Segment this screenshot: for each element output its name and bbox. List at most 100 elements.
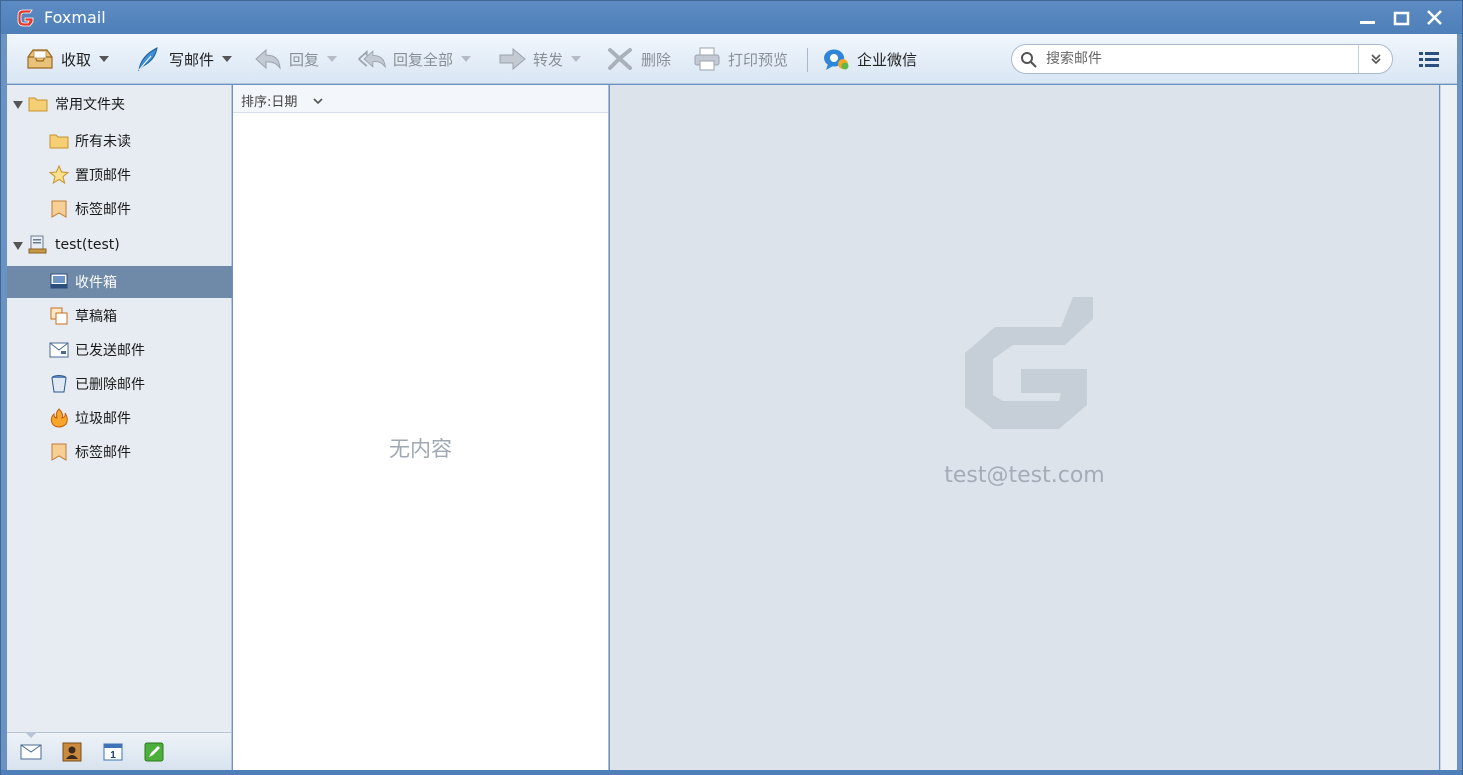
note-pencil-icon [144, 742, 164, 762]
account-label: test(test) [55, 237, 120, 253]
double-chevron-down-icon [1370, 54, 1381, 65]
wecom-chat-icon [821, 44, 851, 74]
wecom-label: 企业微信 [857, 50, 918, 69]
folder-inbox[interactable]: 收件箱 [7, 266, 232, 298]
delete-x-icon [605, 44, 635, 74]
folder-label: 标签邮件 [75, 445, 131, 461]
folder-label: 置顶邮件 [75, 168, 131, 184]
reply-all-dropdown-icon[interactable] [461, 56, 472, 62]
reply-label: 回复 [289, 50, 320, 69]
reply-dropdown-icon[interactable] [327, 56, 338, 62]
folder-label: 垃圾邮件 [75, 411, 131, 427]
forward-arrow-icon [497, 44, 527, 74]
delete-label: 删除 [641, 50, 672, 69]
reply-arrow-icon [253, 44, 283, 74]
expand-arrow-icon[interactable] [13, 242, 23, 250]
reply-all-button[interactable]: 回复全部 [357, 42, 472, 76]
folder-icon [49, 131, 69, 151]
bookmark-icon [49, 442, 69, 462]
title-bar[interactable]: Foxmail [1, 1, 1462, 34]
search-icon [1020, 51, 1038, 73]
sort-label: 排序:日期 [241, 95, 298, 110]
folder-label: 已发送邮件 [75, 343, 145, 359]
folder-pinned[interactable]: 置顶邮件 [7, 158, 232, 192]
receive-dropdown-icon[interactable] [99, 56, 110, 62]
empty-list-text: 无内容 [389, 437, 452, 461]
star-icon [48, 164, 70, 185]
main-menu-button[interactable] [1417, 49, 1441, 71]
foxmail-watermark-logo [965, 297, 1093, 433]
compose-label: 写邮件 [169, 50, 215, 69]
compose-dropdown-icon[interactable] [222, 56, 233, 62]
feather-pen-icon [133, 44, 163, 74]
search-options-button[interactable] [1358, 45, 1392, 73]
reading-pane: test@test.com [610, 85, 1439, 770]
account-server-icon [28, 235, 48, 255]
message-list[interactable]: 排序:日期 无内容 [233, 85, 609, 770]
folder-icon [28, 94, 48, 114]
printer-icon [692, 44, 722, 74]
receive-label: 收取 [61, 50, 92, 69]
folder-sent[interactable]: 已发送邮件 [7, 333, 232, 367]
forward-button[interactable]: 转发 [497, 42, 582, 76]
delete-button[interactable]: 删除 [605, 42, 671, 76]
folder-sidebar: 常用文件夹 所有未读 置顶邮件 标签邮件 test(test) 收件箱 草稿箱 … [7, 85, 232, 732]
list-menu-icon [1419, 52, 1439, 67]
print-preview-label: 打印预览 [728, 50, 789, 69]
toolbar-divider [807, 48, 808, 72]
compose-button[interactable]: 写邮件 [133, 42, 233, 76]
folder-tagged-common[interactable]: 标签邮件 [7, 192, 232, 226]
folder-all-unread[interactable]: 所有未读 [7, 124, 232, 158]
receive-button[interactable]: 收取 [25, 42, 110, 76]
sort-selector[interactable]: 排序:日期 [233, 85, 608, 113]
inbox-icon [49, 272, 69, 292]
sent-mail-icon [49, 340, 69, 360]
notes-module-button[interactable] [143, 742, 165, 762]
inbox-tray-icon [25, 44, 55, 74]
calendar-module-button[interactable]: 1 [102, 742, 124, 762]
folder-label: 草稿箱 [75, 309, 117, 325]
account-email: test@test.com [944, 463, 1105, 488]
folder-tagged[interactable]: 标签邮件 [7, 435, 232, 469]
common-folders-label: 常用文件夹 [55, 97, 125, 113]
search-input[interactable] [1046, 49, 1346, 69]
drafts-icon [49, 306, 69, 326]
chevron-down-icon [313, 94, 323, 110]
folder-label: 收件箱 [75, 275, 117, 291]
close-button[interactable] [1424, 8, 1446, 28]
maximize-button[interactable] [1391, 8, 1413, 28]
mail-module-button[interactable] [20, 742, 42, 762]
foxmail-logo-icon [15, 7, 37, 29]
folder-label: 已删除邮件 [75, 377, 145, 393]
active-module-indicator [25, 732, 37, 738]
wecom-button[interactable]: 企业微信 [821, 42, 917, 76]
forward-dropdown-icon[interactable] [571, 56, 582, 62]
window-bottom-border [1, 770, 1462, 775]
account-test[interactable]: test(test) [7, 228, 232, 262]
search-box[interactable] [1011, 44, 1393, 74]
reply-all-label: 回复全部 [393, 50, 454, 69]
common-folders-group[interactable]: 常用文件夹 [7, 87, 232, 121]
print-preview-button[interactable]: 打印预览 [692, 42, 788, 76]
mail-icon [20, 744, 42, 760]
folder-deleted[interactable]: 已删除邮件 [7, 367, 232, 401]
folder-junk[interactable]: 垃圾邮件 [7, 401, 232, 435]
reply-button[interactable]: 回复 [253, 42, 338, 76]
calendar-day-label: 1 [110, 750, 116, 761]
toolbar: 收取 写邮件 回复 回复全部 转发 删除 打印预览 企业微信 搜索邮件 [7, 34, 1457, 84]
bookmark-icon [49, 199, 69, 219]
forward-label: 转发 [533, 50, 564, 69]
module-switcher: 1 [7, 732, 232, 770]
minimize-button[interactable] [1357, 8, 1379, 28]
trash-bin-icon [49, 374, 69, 394]
foxmail-window: Foxmail 收取 写邮件 回复 回复全部 转发 删除 打印预览 企业微信 搜… [0, 0, 1463, 775]
reading-pane-scrollbar[interactable] [1440, 85, 1457, 770]
flame-icon [49, 408, 69, 428]
expand-arrow-icon[interactable] [13, 101, 23, 109]
window-title: Foxmail [44, 8, 106, 27]
reply-all-arrow-icon [357, 44, 387, 74]
calendar-icon: 1 [103, 743, 123, 761]
folder-drafts[interactable]: 草稿箱 [7, 299, 232, 333]
contacts-module-button[interactable] [61, 742, 83, 762]
folder-label: 所有未读 [75, 134, 131, 150]
